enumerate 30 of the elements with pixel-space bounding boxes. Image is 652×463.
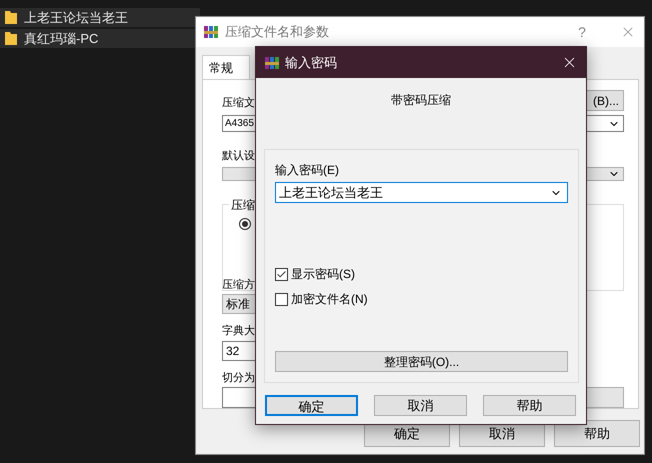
dialog-button[interactable]: 帮助 (554, 420, 640, 447)
field-label: 切分为 (222, 370, 256, 386)
folder-icon (4, 10, 18, 25)
password-label: 输入密码(E) (275, 162, 339, 179)
field-label: 默认设 (222, 149, 256, 164)
stacked-books-icon (264, 54, 280, 70)
checkbox-label: 显示密码(S) (291, 266, 355, 283)
dialog-button[interactable]: 确定 (265, 395, 358, 416)
radio-button[interactable] (239, 218, 251, 230)
organize-passwords-button[interactable]: 整理密码(O)... (275, 351, 568, 372)
help-button[interactable]: ? (572, 22, 592, 42)
window-title: 输入密码 (285, 54, 337, 72)
checkbox[interactable] (275, 268, 288, 280)
folder-icon (4, 31, 18, 46)
window-title: 压缩文件名和参数 (225, 23, 329, 42)
dialog-button[interactable]: 取消 (374, 395, 467, 416)
file-row[interactable]: 上老王论坛当老王 (0, 8, 200, 27)
checkbox-label: 加密文件名(N) (291, 291, 368, 308)
field-label: 压缩文 (222, 96, 255, 110)
checkbox[interactable] (275, 292, 288, 306)
stacked-books-icon (203, 24, 219, 40)
file-name: 真红玛瑙-PC (24, 30, 98, 48)
field-label: 压缩方 (222, 278, 256, 292)
tab[interactable]: 常规 (202, 55, 250, 79)
dialog-button[interactable]: 帮助 (483, 395, 576, 416)
dialog-heading: 带密码压缩 (391, 92, 451, 109)
check-icon (276, 268, 287, 280)
password-field[interactable]: 上老王论坛当老王 (275, 182, 568, 203)
field-label: 字典大 (222, 324, 256, 339)
file-name: 上老王论坛当老王 (24, 8, 128, 27)
